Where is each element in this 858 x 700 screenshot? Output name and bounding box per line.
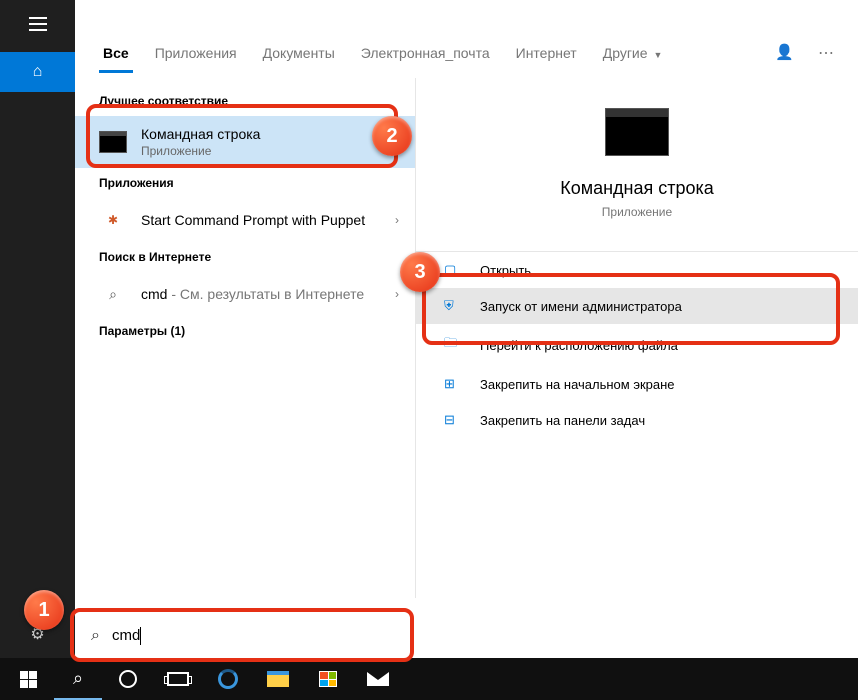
search-icon: ⌕ xyxy=(91,627,100,645)
action-pin-start[interactable]: ⊞ Закрепить на начальном экране xyxy=(416,366,858,402)
taskbar-explorer[interactable] xyxy=(254,658,302,700)
action-label: Запуск от имени администратора xyxy=(480,299,682,314)
pin-taskbar-icon: ⊟ xyxy=(444,412,462,428)
windows-icon xyxy=(20,671,37,688)
preview-pane: Командная строка Приложение ▢ Открыть ⛨ … xyxy=(415,78,858,598)
open-icon: ▢ xyxy=(444,262,462,278)
chevron-right-icon: › xyxy=(395,213,399,227)
search-icon: ⌕ xyxy=(73,668,83,689)
preview-actions: ▢ Открыть ⛨ Запуск от имени администрато… xyxy=(416,251,858,438)
section-web: Поиск в Интернете xyxy=(75,242,415,272)
tab-documents[interactable]: Документы xyxy=(259,31,339,75)
tab-all[interactable]: Все xyxy=(99,31,133,75)
result-command-prompt[interactable]: Командная строка Приложение xyxy=(75,116,415,168)
home-button[interactable]: ⌂ xyxy=(0,52,75,92)
chevron-right-icon: › xyxy=(395,287,399,301)
taskbar-taskview[interactable] xyxy=(154,658,202,700)
taskbar: ⌕ xyxy=(0,658,858,700)
chevron-down-icon: ▼ xyxy=(653,50,662,60)
section-best-match: Лучшее соответствие xyxy=(75,86,415,116)
action-open-location[interactable]: 🗀 Перейти к расположению файла xyxy=(416,324,858,366)
action-pin-taskbar[interactable]: ⊟ Закрепить на панели задач xyxy=(416,402,858,438)
action-open[interactable]: ▢ Открыть xyxy=(416,252,858,288)
start-button[interactable] xyxy=(4,658,52,700)
action-run-as-admin[interactable]: ⛨ Запуск от имени администратора xyxy=(416,288,858,324)
taskbar-store[interactable] xyxy=(304,658,352,700)
admin-icon: ⛨ xyxy=(444,298,462,314)
result-puppet[interactable]: ✱ Start Command Prompt with Puppet › xyxy=(75,198,415,242)
results-list: Лучшее соответствие Командная строка При… xyxy=(75,78,415,598)
preview-subtitle: Приложение xyxy=(602,205,672,219)
action-label: Закрепить на панели задач xyxy=(480,413,645,428)
tab-email[interactable]: Электронная_почта xyxy=(357,31,494,75)
gear-icon: ⚙ xyxy=(30,624,44,644)
action-label: Открыть xyxy=(480,263,531,278)
search-input[interactable]: cmd xyxy=(112,627,141,645)
feedback-icon[interactable]: 👤 xyxy=(775,43,794,63)
section-apps: Приложения xyxy=(75,168,415,198)
pin-start-icon: ⊞ xyxy=(444,376,462,392)
taskbar-search[interactable]: ⌕ xyxy=(54,658,102,700)
cortana-icon xyxy=(119,670,137,688)
search-icon: ⌕ xyxy=(109,286,117,303)
cmd-icon xyxy=(605,108,669,156)
folder-icon: 🗀 xyxy=(444,334,462,356)
puppet-icon: ✱ xyxy=(108,213,118,227)
section-settings: Параметры (1) xyxy=(75,316,415,346)
more-options-button[interactable]: ⋯ xyxy=(818,43,834,63)
result-title: Командная строка xyxy=(141,126,399,142)
search-box[interactable]: ⌕ cmd xyxy=(75,614,407,658)
store-icon xyxy=(319,671,337,687)
tab-web[interactable]: Интернет xyxy=(512,31,581,75)
search-panel: Все Приложения Документы Электронная_поч… xyxy=(75,28,858,598)
home-icon: ⌂ xyxy=(33,63,43,81)
tab-apps[interactable]: Приложения xyxy=(151,31,241,75)
taskbar-edge[interactable] xyxy=(204,658,252,700)
result-title: Start Command Prompt with Puppet xyxy=(141,212,381,228)
settings-button[interactable]: ⚙ xyxy=(0,610,75,658)
edge-icon xyxy=(218,669,238,689)
cmd-icon xyxy=(99,131,127,153)
filter-tabs: Все Приложения Документы Электронная_поч… xyxy=(75,28,858,78)
result-title: cmd - См. результаты в Интернете xyxy=(141,286,381,302)
action-label: Закрепить на начальном экране xyxy=(480,377,675,392)
tab-more[interactable]: Другие ▼ xyxy=(599,31,667,75)
hamburger-icon xyxy=(29,17,47,31)
result-subtitle: Приложение xyxy=(141,144,399,158)
taskview-icon xyxy=(167,672,189,686)
preview-title: Командная строка xyxy=(560,178,714,199)
taskbar-cortana[interactable] xyxy=(104,658,152,700)
result-web-cmd[interactable]: ⌕ cmd - См. результаты в Интернете › xyxy=(75,272,415,316)
action-label: Перейти к расположению файла xyxy=(480,338,678,353)
explorer-icon xyxy=(267,671,289,687)
start-sidebar: ⌂ ⚙ xyxy=(0,0,75,658)
mail-icon xyxy=(367,672,389,686)
hamburger-button[interactable] xyxy=(0,0,75,48)
taskbar-mail[interactable] xyxy=(354,658,402,700)
